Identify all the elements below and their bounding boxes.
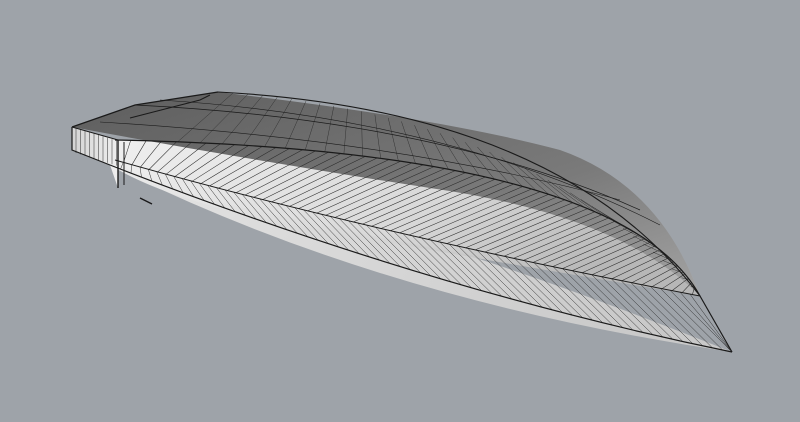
hull-transom-surface[interactable] (72, 127, 118, 188)
3d-viewport[interactable] (0, 0, 800, 422)
skeg-edge (139, 197, 153, 205)
hull-model[interactable] (0, 0, 800, 422)
